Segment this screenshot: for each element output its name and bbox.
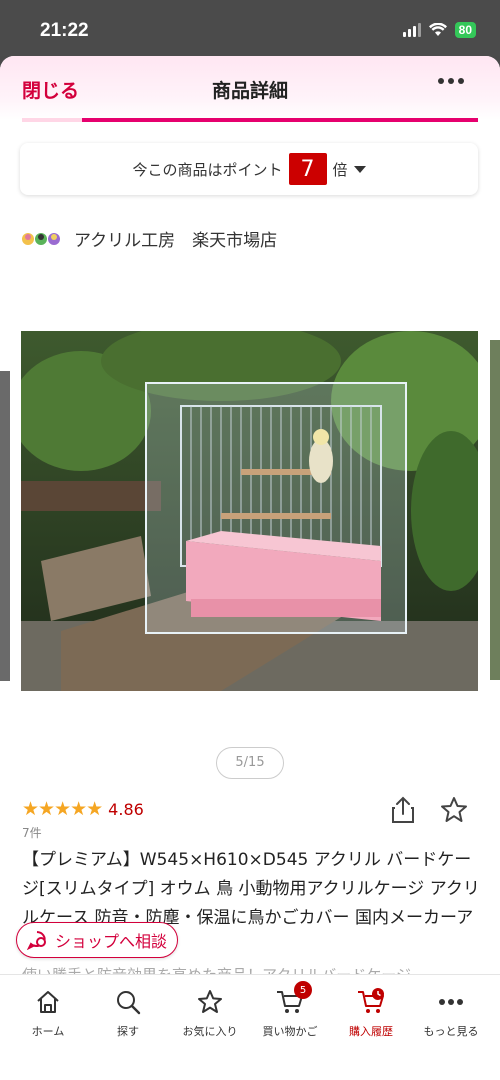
load-progress-fill <box>82 118 478 122</box>
status-time: 21:22 <box>40 20 89 41</box>
tab-search[interactable]: 探す <box>88 987 168 1039</box>
previous-image-peek[interactable] <box>0 371 10 681</box>
image-pager: 5/15 <box>216 747 284 779</box>
page-title: 商品詳細 <box>211 80 288 102</box>
tab-purchase-history[interactable]: 購入履歴 <box>331 987 411 1039</box>
point-prefix: 今この商品はポイント <box>132 160 283 179</box>
next-image-peek[interactable] <box>490 340 500 680</box>
favorite-star-icon[interactable] <box>440 796 468 828</box>
more-horizontal-icon <box>439 999 463 1005</box>
tab-purchase-history-label: 購入履歴 <box>349 1025 393 1038</box>
point-suffix: 倍 <box>332 160 348 179</box>
purchase-history-icon <box>358 988 384 1013</box>
shop-consult-button[interactable]: ショップへ相談 <box>16 922 178 958</box>
rating-row[interactable]: ★★★★★ 4.86 <box>22 798 144 820</box>
wifi-icon <box>428 23 447 36</box>
signal-icon <box>402 23 421 37</box>
header: 閉じる 商品詳細 <box>0 56 500 122</box>
point-multiplier-badge: 7 <box>288 153 327 185</box>
review-count[interactable]: 7件 <box>22 824 42 841</box>
point-campaign-banner[interactable]: 今この商品はポイント 7 倍 <box>20 143 478 195</box>
product-photo <box>21 331 478 691</box>
search-icon <box>117 991 141 1015</box>
shop-logo-icon <box>20 228 66 250</box>
home-icon <box>37 991 59 1013</box>
share-icon[interactable] <box>390 796 416 828</box>
status-bar: 21:22 80 <box>0 0 500 56</box>
product-image[interactable] <box>21 331 478 691</box>
tab-home[interactable]: ホーム <box>8 987 88 1039</box>
status-icons: 80 <box>402 22 476 38</box>
shop-consult-label: ショップへ相談 <box>54 932 167 951</box>
star-icon <box>198 990 222 1013</box>
chat-icon <box>26 931 46 950</box>
tab-favorites-label: お気に入り <box>182 1025 238 1038</box>
tab-more-label: もっと見る <box>423 1025 479 1038</box>
rating-stars: ★★★★★ <box>22 798 103 820</box>
load-progress <box>22 118 478 122</box>
tab-favorites[interactable]: お気に入り <box>170 987 250 1039</box>
tab-home-label: ホーム <box>31 1025 65 1038</box>
product-detail-sheet: 閉じる 商品詳細 今この商品はポイント 7 倍 アクリル工房 楽天市場店 5/1… <box>0 56 500 1080</box>
cart-count-badge: 5 <box>294 981 312 999</box>
shop-link[interactable]: アクリル工房 楽天市場店 <box>20 226 277 251</box>
battery-indicator: 80 <box>454 22 476 38</box>
bottom-tab-bar: ホーム 探す お気に入り 5 買い物かご 購入履歴 もっと見る <box>0 974 500 1080</box>
chevron-down-icon <box>353 165 366 173</box>
shop-name: アクリル工房 楽天市場店 <box>74 231 278 251</box>
tab-search-label: 探す <box>117 1025 139 1038</box>
tab-cart[interactable]: 5 買い物かご <box>250 981 330 1039</box>
rating-value: 4.86 <box>108 799 144 819</box>
tab-cart-label: 買い物かご <box>262 1025 318 1038</box>
tab-more[interactable]: もっと見る <box>411 987 491 1039</box>
more-options-icon[interactable] <box>438 78 464 84</box>
